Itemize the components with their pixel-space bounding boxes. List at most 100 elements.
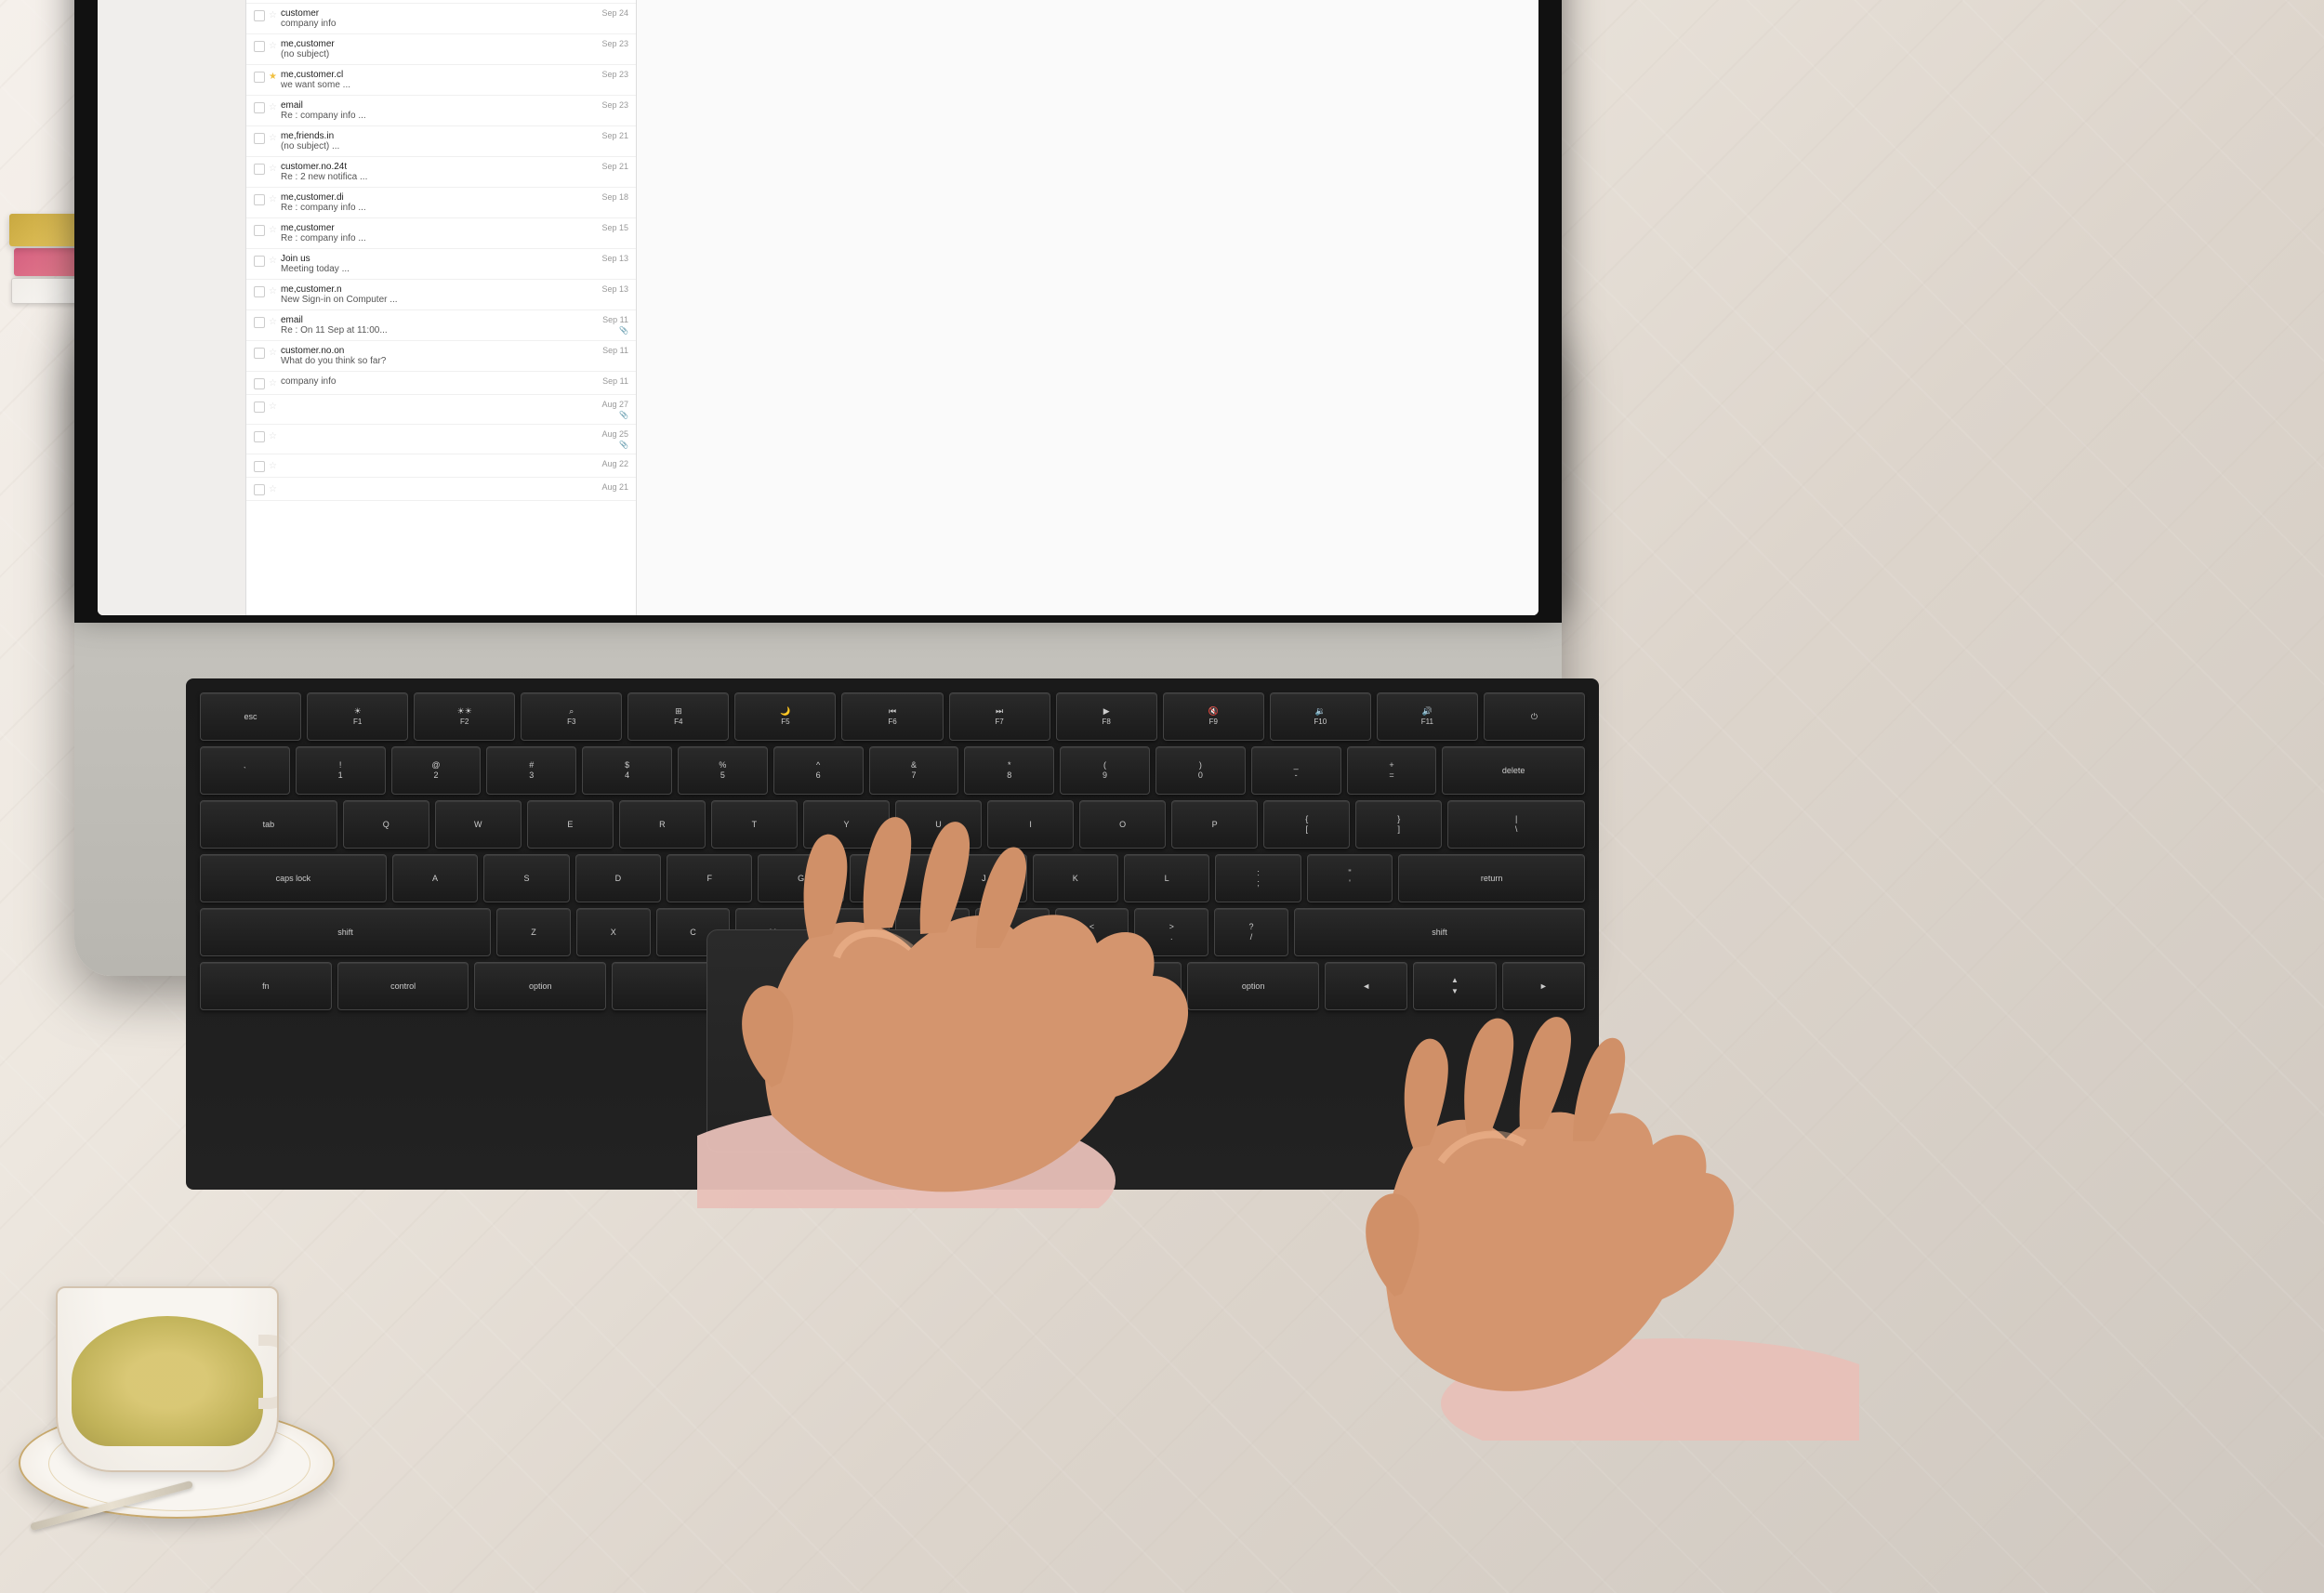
mail-list-item[interactable]: ☆ Aug 27 📎 [246,395,636,425]
mail-item-checkbox[interactable] [254,402,265,413]
mail-list-item[interactable]: ☆ Aug 25 📎 [246,425,636,454]
key-h[interactable]: H [850,854,935,902]
key-f[interactable]: F [667,854,752,902]
key-g[interactable]: G [758,854,843,902]
mail-list-item[interactable]: ☆ customer company info Sep 24 [246,4,636,34]
key-4[interactable]: $4 [582,746,672,795]
mail-list-item[interactable]: ☆ email Re : company info ... Sep 23 [246,96,636,126]
mail-item-checkbox[interactable] [254,461,265,472]
mail-item-star[interactable]: ☆ [269,194,277,204]
key-l[interactable]: L [1124,854,1209,902]
mail-item-checkbox[interactable] [254,378,265,389]
mail-item-star[interactable]: ☆ [269,431,277,441]
key-3[interactable]: #3 [486,746,576,795]
key-f10[interactable]: 🔉F10 [1270,692,1371,741]
key-q[interactable]: Q [343,800,429,849]
key-e[interactable]: E [527,800,614,849]
mail-list-item[interactable]: ★ me,customer.cl we want some ... Sep 23 [246,65,636,96]
key-backslash[interactable]: |\ [1447,800,1585,849]
mail-item-star[interactable]: ☆ [269,256,277,266]
key-bracket-left[interactable]: {[ [1263,800,1350,849]
mail-item-star[interactable]: ☆ [269,102,277,112]
key-8[interactable]: *8 [964,746,1054,795]
key-j[interactable]: J [941,854,1026,902]
key-t[interactable]: T [711,800,798,849]
key-f3[interactable]: ⌕F3 [521,692,622,741]
mail-item-star[interactable]: ☆ [269,133,277,143]
mail-item-star[interactable]: ☆ [269,402,277,412]
key-slash[interactable]: ?/ [1214,908,1288,956]
key-y[interactable]: Y [803,800,890,849]
key-quote[interactable]: "' [1307,854,1393,902]
mail-item-star[interactable]: ☆ [269,348,277,358]
mail-item-checkbox[interactable] [254,164,265,175]
key-d[interactable]: D [575,854,661,902]
key-tab[interactable]: tab [200,800,337,849]
mail-item-checkbox[interactable] [254,317,265,328]
key-equals[interactable]: += [1347,746,1437,795]
key-6[interactable]: ^6 [773,746,864,795]
key-minus[interactable]: _- [1251,746,1341,795]
mail-item-checkbox[interactable] [254,133,265,144]
mail-item-star[interactable]: ☆ [269,225,277,235]
key-x[interactable]: X [576,908,651,956]
key-fn[interactable]: fn [200,962,332,1010]
mail-item-star[interactable]: ☆ [269,10,277,20]
key-0[interactable]: )0 [1155,746,1246,795]
mail-item-checkbox[interactable] [254,256,265,267]
key-esc[interactable]: esc [200,692,301,741]
mail-list-item[interactable]: ☆ Join us Meeting today ... Sep 13 [246,249,636,280]
key-7[interactable]: &7 [869,746,959,795]
key-o[interactable]: O [1079,800,1166,849]
key-period[interactable]: >. [1134,908,1208,956]
mail-list-item[interactable]: ☆ company info Sep 11 [246,372,636,395]
key-left[interactable]: ◄ [1325,962,1407,1010]
key-return[interactable]: return [1398,854,1585,902]
mail-item-checkbox[interactable] [254,102,265,113]
key-1[interactable]: !1 [296,746,386,795]
mail-item-star[interactable]: ☆ [269,484,277,494]
mail-item-checkbox[interactable] [254,484,265,495]
mail-list-item[interactable]: ☆ me,customer Re : company info ... Sep … [246,218,636,249]
mail-list-item[interactable]: ☆ customer.no.24t Re : 2 new notifica ..… [246,157,636,188]
keyboard[interactable]: esc ☀F1 ☀☀F2 ⌕F3 ⊞F4 🌙F5 ⏮F6 ⏭F7 ▶F8 🔇F9… [186,678,1599,1190]
mail-item-star[interactable]: ☆ [269,164,277,174]
mail-item-star[interactable]: ☆ [269,286,277,296]
mail-list-item[interactable]: ☆ me,customer.n New Sign-in on Computer … [246,280,636,310]
key-i[interactable]: I [987,800,1074,849]
mail-list-item[interactable]: ☆ customer.no.on What do you think so fa… [246,341,636,372]
mail-item-checkbox[interactable] [254,41,265,52]
key-2[interactable]: @2 [391,746,482,795]
mail-item-checkbox[interactable] [254,225,265,236]
key-a[interactable]: A [392,854,478,902]
mail-item-checkbox[interactable] [254,72,265,83]
key-f7[interactable]: ⏭F7 [949,692,1050,741]
key-f11[interactable]: 🔊F11 [1377,692,1478,741]
mail-item-star[interactable]: ★ [269,72,277,82]
key-f6[interactable]: ⏮F6 [841,692,943,741]
mail-list-item[interactable]: ☆ me,customer (no subject) Sep 23 [246,34,636,65]
key-shift-right[interactable]: shift [1294,908,1585,956]
mail-list-item[interactable]: ☆ Aug 22 [246,454,636,478]
key-u[interactable]: U [895,800,982,849]
key-k[interactable]: K [1033,854,1118,902]
key-f2[interactable]: ☀☀F2 [414,692,515,741]
key-9[interactable]: (9 [1060,746,1150,795]
mail-item-checkbox[interactable] [254,10,265,21]
mail-item-star[interactable]: ☆ [269,378,277,388]
key-f9[interactable]: 🔇F9 [1163,692,1264,741]
trackpad[interactable] [706,929,1078,1152]
mail-item-checkbox[interactable] [254,286,265,297]
key-bracket-right[interactable]: }] [1355,800,1442,849]
key-backtick[interactable]: ` [200,746,290,795]
key-p[interactable]: P [1171,800,1258,849]
key-f4[interactable]: ⊞F4 [627,692,729,741]
mail-item-star[interactable]: ☆ [269,317,277,327]
key-f5[interactable]: 🌙F5 [734,692,836,741]
mail-list-item[interactable]: ☆ Aug 21 [246,478,636,501]
key-w[interactable]: W [435,800,522,849]
mail-item-checkbox[interactable] [254,431,265,442]
mail-list-item[interactable]: ☆ me,friends.in (no subject) ... Sep 21 [246,126,636,157]
key-f8[interactable]: ▶F8 [1056,692,1157,741]
key-option[interactable]: option [474,962,606,1010]
